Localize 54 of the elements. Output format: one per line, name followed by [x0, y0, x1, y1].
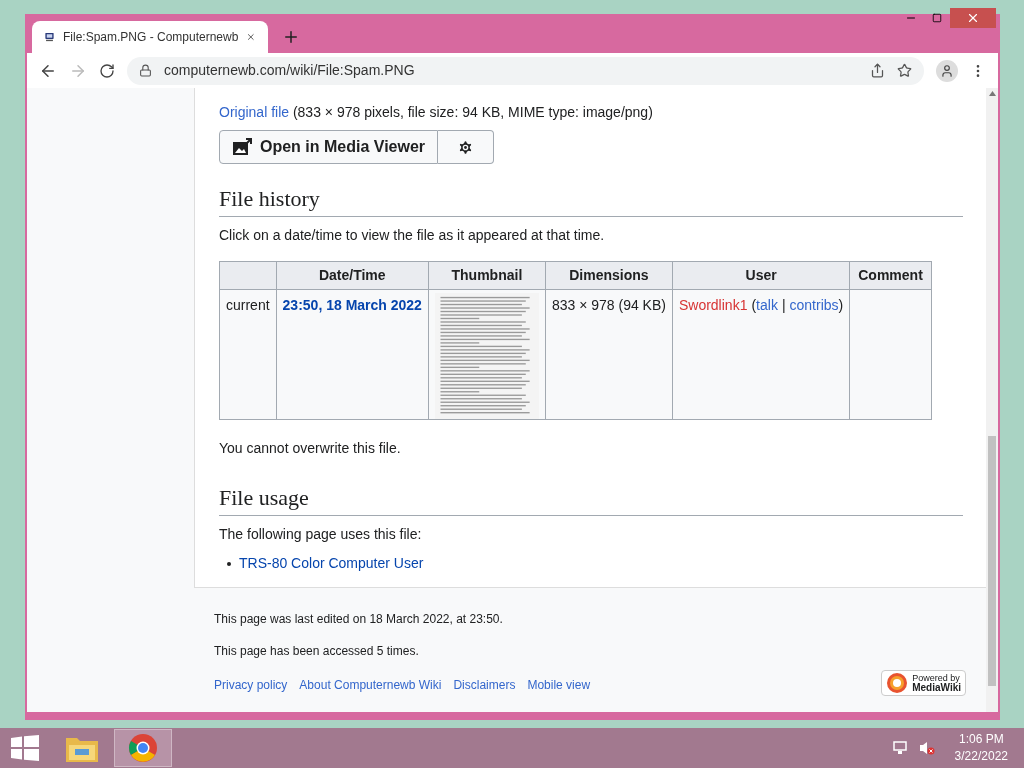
sunflower-icon: [886, 672, 909, 694]
browser-tab[interactable]: File:Spam.PNG - Computernewb: [32, 21, 268, 53]
windows-logo-icon[interactable]: [11, 735, 39, 761]
date-link[interactable]: 23:50, 18 March 2022: [276, 289, 429, 420]
taskbar-button[interactable]: [114, 729, 172, 767]
footer-link[interactable]: Mobile view: [527, 676, 591, 694]
punctuation: ): [838, 297, 844, 313]
column-header: User: [672, 261, 850, 290]
history-intro: Click on a date/time to view the file as it appeared at that time.: [219, 226, 606, 245]
new-tab-icon[interactable]: [282, 28, 300, 46]
clock-date: 3/22/2022: [954, 748, 1008, 765]
table-cell: current: [219, 289, 277, 420]
thumbnail-drawing[interactable]: [434, 293, 539, 419]
scroll-up-icon[interactable]: [988, 91, 996, 96]
media-viewer-button[interactable]: Open in Media Viewer: [219, 130, 439, 164]
footer-text: This page was last edited on 18 March 2022, at 23:50.: [214, 611, 504, 628]
usage-intro: The following page uses this file:: [219, 525, 423, 544]
column-header: Dimensions: [545, 261, 673, 290]
powered-by-badge[interactable]: Powered by MediaWiki: [881, 670, 966, 696]
footer-link[interactable]: Privacy policy: [214, 676, 288, 694]
tab-title: File:Spam.PNG - Computernewb: [63, 29, 239, 46]
reload-icon[interactable]: [99, 62, 115, 79]
usage-link[interactable]: TRS-80 Color Computer User: [239, 553, 424, 574]
column-header: Thumbnail: [428, 261, 546, 290]
gear-icon: [457, 138, 475, 156]
file-info: Original file (833 × 978 pixels, file size: 94 KB, MIME type: image/png): [219, 103, 654, 122]
image-icon: [232, 138, 252, 156]
user-link[interactable]: Swordlink1: [678, 297, 748, 313]
bullet-icon: [227, 561, 231, 566]
punctuation: |: [781, 297, 786, 313]
footer-link[interactable]: Disclaimers: [453, 676, 516, 694]
maximize-icon: [932, 13, 942, 23]
address-bar[interactable]: computernewb.com/wiki/File:Spam.PNG: [127, 56, 924, 85]
table-cell: 833 × 978 (94 KB): [545, 289, 673, 420]
badge-text: Powered by: [912, 673, 961, 683]
original-file-link[interactable]: Original file: [219, 104, 290, 120]
clock-time: 1:06 PM: [958, 731, 1004, 748]
profile-icon[interactable]: [936, 59, 958, 82]
browser-icon: [128, 733, 158, 763]
section-heading: File history: [219, 182, 963, 217]
badge-text: MediaWiki: [912, 683, 961, 693]
scrollbar[interactable]: [986, 88, 998, 712]
punctuation: (: [751, 297, 757, 313]
user-link[interactable]: talk: [756, 297, 778, 313]
column-header: Comment: [849, 261, 932, 290]
muted-speaker-icon[interactable]: [918, 740, 935, 756]
settings-button[interactable]: [438, 130, 495, 164]
close-icon: [966, 11, 980, 25]
column-header: Date/Time: [276, 261, 429, 290]
overwrite-note: You cannot overwrite this file.: [219, 439, 402, 458]
user-link[interactable]: contribs: [789, 297, 839, 313]
footer-text: This page has been accessed 5 times.: [214, 643, 420, 660]
section-heading: File usage: [219, 481, 963, 516]
footer-link[interactable]: About Computernewb Wiki: [299, 676, 442, 694]
